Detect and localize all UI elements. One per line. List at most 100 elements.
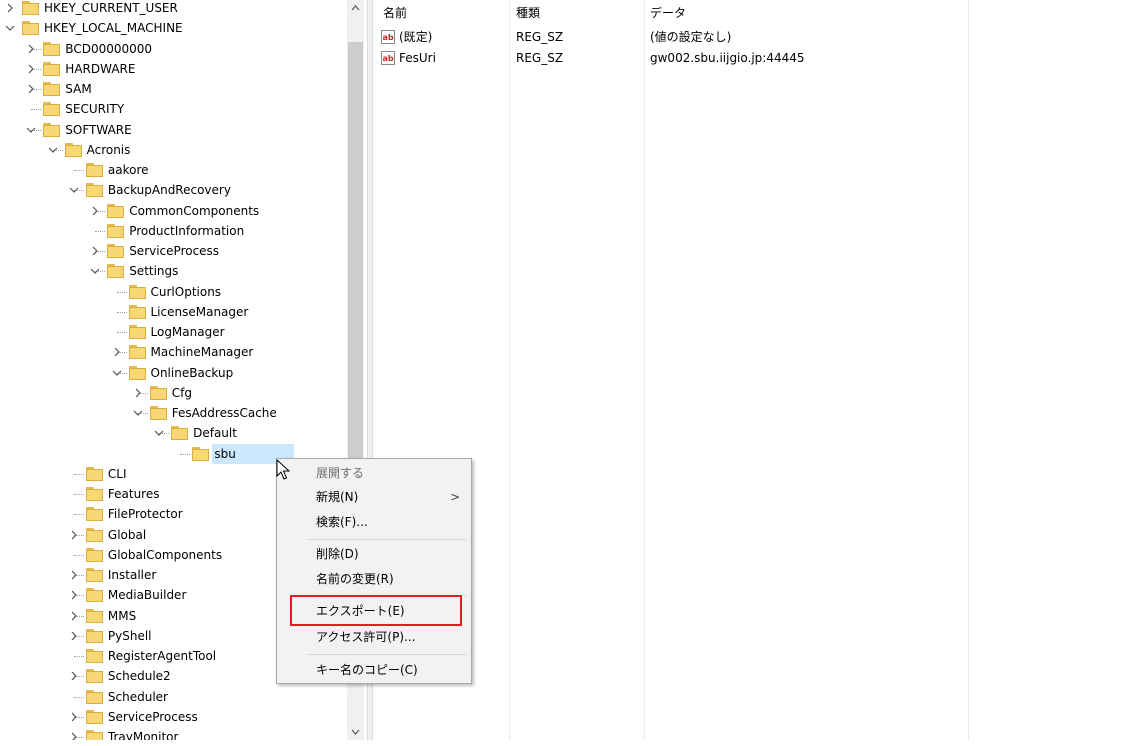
tree-node[interactable]: HARDWARE: [0, 59, 347, 79]
tree-connector: [95, 230, 106, 232]
tree-node[interactable]: Cfg: [0, 383, 347, 403]
expand-chevron-icon[interactable]: [90, 201, 100, 221]
folder-icon: [43, 82, 61, 96]
tree-connector: [73, 554, 84, 556]
scroll-down-arrow-icon[interactable]: [347, 723, 364, 740]
tree-node-label: FileProtector: [107, 507, 183, 522]
expand-chevron-icon[interactable]: [69, 606, 79, 626]
tree-node-label: Acronis: [86, 142, 131, 157]
tree-node[interactable]: LogManager: [0, 322, 347, 342]
collapse-chevron-icon[interactable]: [90, 261, 100, 281]
tree-node-label: LogManager: [150, 325, 225, 339]
menu-item-find[interactable]: 検索(F)...: [278, 510, 470, 534]
expand-chevron-icon[interactable]: [90, 241, 100, 261]
folder-icon: [85, 163, 103, 177]
tree-node-label: PyShell: [107, 628, 152, 643]
collapse-chevron-icon[interactable]: [133, 403, 143, 423]
tree-node[interactable]: aakore: [0, 160, 347, 180]
column-divider: [509, 0, 510, 740]
collapse-chevron-icon[interactable]: [48, 140, 58, 160]
menu-item-rename[interactable]: 名前の変更(R): [278, 567, 470, 591]
tree-node-label: Global: [107, 527, 147, 542]
tree-node-label: BackupAndRecovery: [107, 183, 231, 198]
tree-node[interactable]: Default: [0, 423, 347, 443]
tree-node[interactable]: ServiceProcess: [0, 707, 347, 727]
column-header-type[interactable]: 種類: [516, 4, 540, 21]
tree-node-label: SECURITY: [65, 102, 125, 117]
column-divider: [644, 0, 645, 740]
tree-connector: [31, 109, 42, 111]
menu-separator: [307, 539, 467, 540]
folder-icon: [171, 426, 189, 441]
tree-connector: [116, 291, 127, 293]
tree-node[interactable]: SOFTWARE: [0, 120, 347, 140]
tree-node[interactable]: LicenseManager: [0, 302, 347, 322]
collapse-chevron-icon[interactable]: [26, 120, 36, 140]
tree-node[interactable]: MachineManager: [0, 342, 347, 362]
folder-icon: [85, 689, 103, 704]
tree-node[interactable]: BackupAndRecovery: [0, 180, 347, 200]
expand-chevron-icon[interactable]: [69, 525, 79, 545]
folder-icon: [85, 669, 103, 684]
expand-chevron-icon[interactable]: [69, 585, 79, 605]
tree-node-label: BCD00000000: [65, 41, 153, 56]
tree-node[interactable]: TrayMonitor: [0, 727, 347, 740]
expand-chevron-icon[interactable]: [69, 666, 79, 686]
string-value-icon: ab: [381, 30, 395, 44]
column-header-data[interactable]: データ: [650, 4, 686, 21]
expand-chevron-icon[interactable]: [26, 39, 36, 59]
tree-node-label: Features: [107, 487, 160, 501]
tree-node[interactable]: CurlOptions: [0, 282, 347, 302]
mouse-pointer-icon: [276, 458, 291, 484]
value-list[interactable]: 名前 種類 データ ab (既定) REG_SZ (値の設定なし) ab Fes…: [373, 0, 1138, 740]
tree-connector: [73, 170, 84, 171]
menu-item-new[interactable]: 新規(N) >: [278, 485, 470, 509]
collapse-chevron-icon[interactable]: [154, 423, 164, 443]
tree-node[interactable]: ServiceProcess: [0, 241, 347, 261]
expand-chevron-icon[interactable]: [112, 342, 122, 362]
expand-chevron-icon[interactable]: [69, 707, 79, 727]
tree-node[interactable]: HKEY_CURRENT_USER: [0, 0, 347, 18]
tree-node[interactable]: BCD00000000: [0, 39, 347, 59]
menu-item-delete[interactable]: 削除(D): [278, 542, 470, 566]
tree-node[interactable]: Scheduler: [0, 687, 347, 707]
tree-node-label: Installer: [107, 568, 157, 582]
tree-node-label: Settings: [129, 264, 179, 279]
tree-node[interactable]: HKEY_LOCAL_MACHINE: [0, 18, 347, 38]
menu-item-copy-key-name[interactable]: キー名のコピー(C): [278, 658, 470, 682]
tree-node[interactable]: Acronis: [0, 140, 347, 160]
column-header-name[interactable]: 名前: [383, 4, 407, 21]
value-row[interactable]: ab FesUri REG_SZ gw002.sbu.iijgio.jp:444…: [373, 48, 1138, 68]
menu-item-permissions[interactable]: アクセス許可(P)...: [278, 625, 470, 649]
expand-chevron-icon[interactable]: [26, 79, 36, 99]
collapse-chevron-icon[interactable]: [5, 18, 15, 38]
expand-chevron-icon[interactable]: [133, 383, 143, 403]
tree-node[interactable]: CommonComponents: [0, 201, 347, 221]
scroll-up-arrow-icon[interactable]: [347, 0, 364, 17]
value-name: (既定): [399, 30, 433, 44]
expand-chevron-icon[interactable]: [69, 626, 79, 646]
expand-chevron-icon[interactable]: [26, 59, 36, 79]
expand-chevron-icon[interactable]: [5, 0, 15, 18]
tree-node[interactable]: ProductInformation: [0, 221, 347, 241]
folder-icon: [85, 547, 103, 562]
tree-node-label: Default: [193, 426, 237, 441]
tree-node[interactable]: SECURITY: [0, 99, 347, 119]
menu-item-expand[interactable]: 展開する: [278, 461, 470, 485]
collapse-chevron-icon[interactable]: [69, 180, 79, 200]
expand-chevron-icon[interactable]: [69, 565, 79, 585]
tree-node[interactable]: SAM: [0, 79, 347, 99]
folder-icon: [85, 649, 103, 663]
value-row[interactable]: ab (既定) REG_SZ (値の設定なし): [373, 27, 1138, 47]
folder-icon: [128, 345, 146, 360]
tree-node[interactable]: OnlineBackup: [0, 363, 347, 383]
submenu-arrow-icon: >: [449, 490, 460, 504]
tree-node-label: Cfg: [171, 385, 193, 400]
expand-chevron-icon[interactable]: [69, 727, 79, 740]
folder-icon: [85, 183, 103, 198]
value-name: FesUri: [399, 51, 436, 65]
collapse-chevron-icon[interactable]: [112, 363, 122, 383]
tree-node[interactable]: Settings: [0, 261, 347, 281]
tree-node[interactable]: FesAddressCache: [0, 403, 347, 423]
tree-node-label: TrayMonitor: [107, 730, 179, 740]
